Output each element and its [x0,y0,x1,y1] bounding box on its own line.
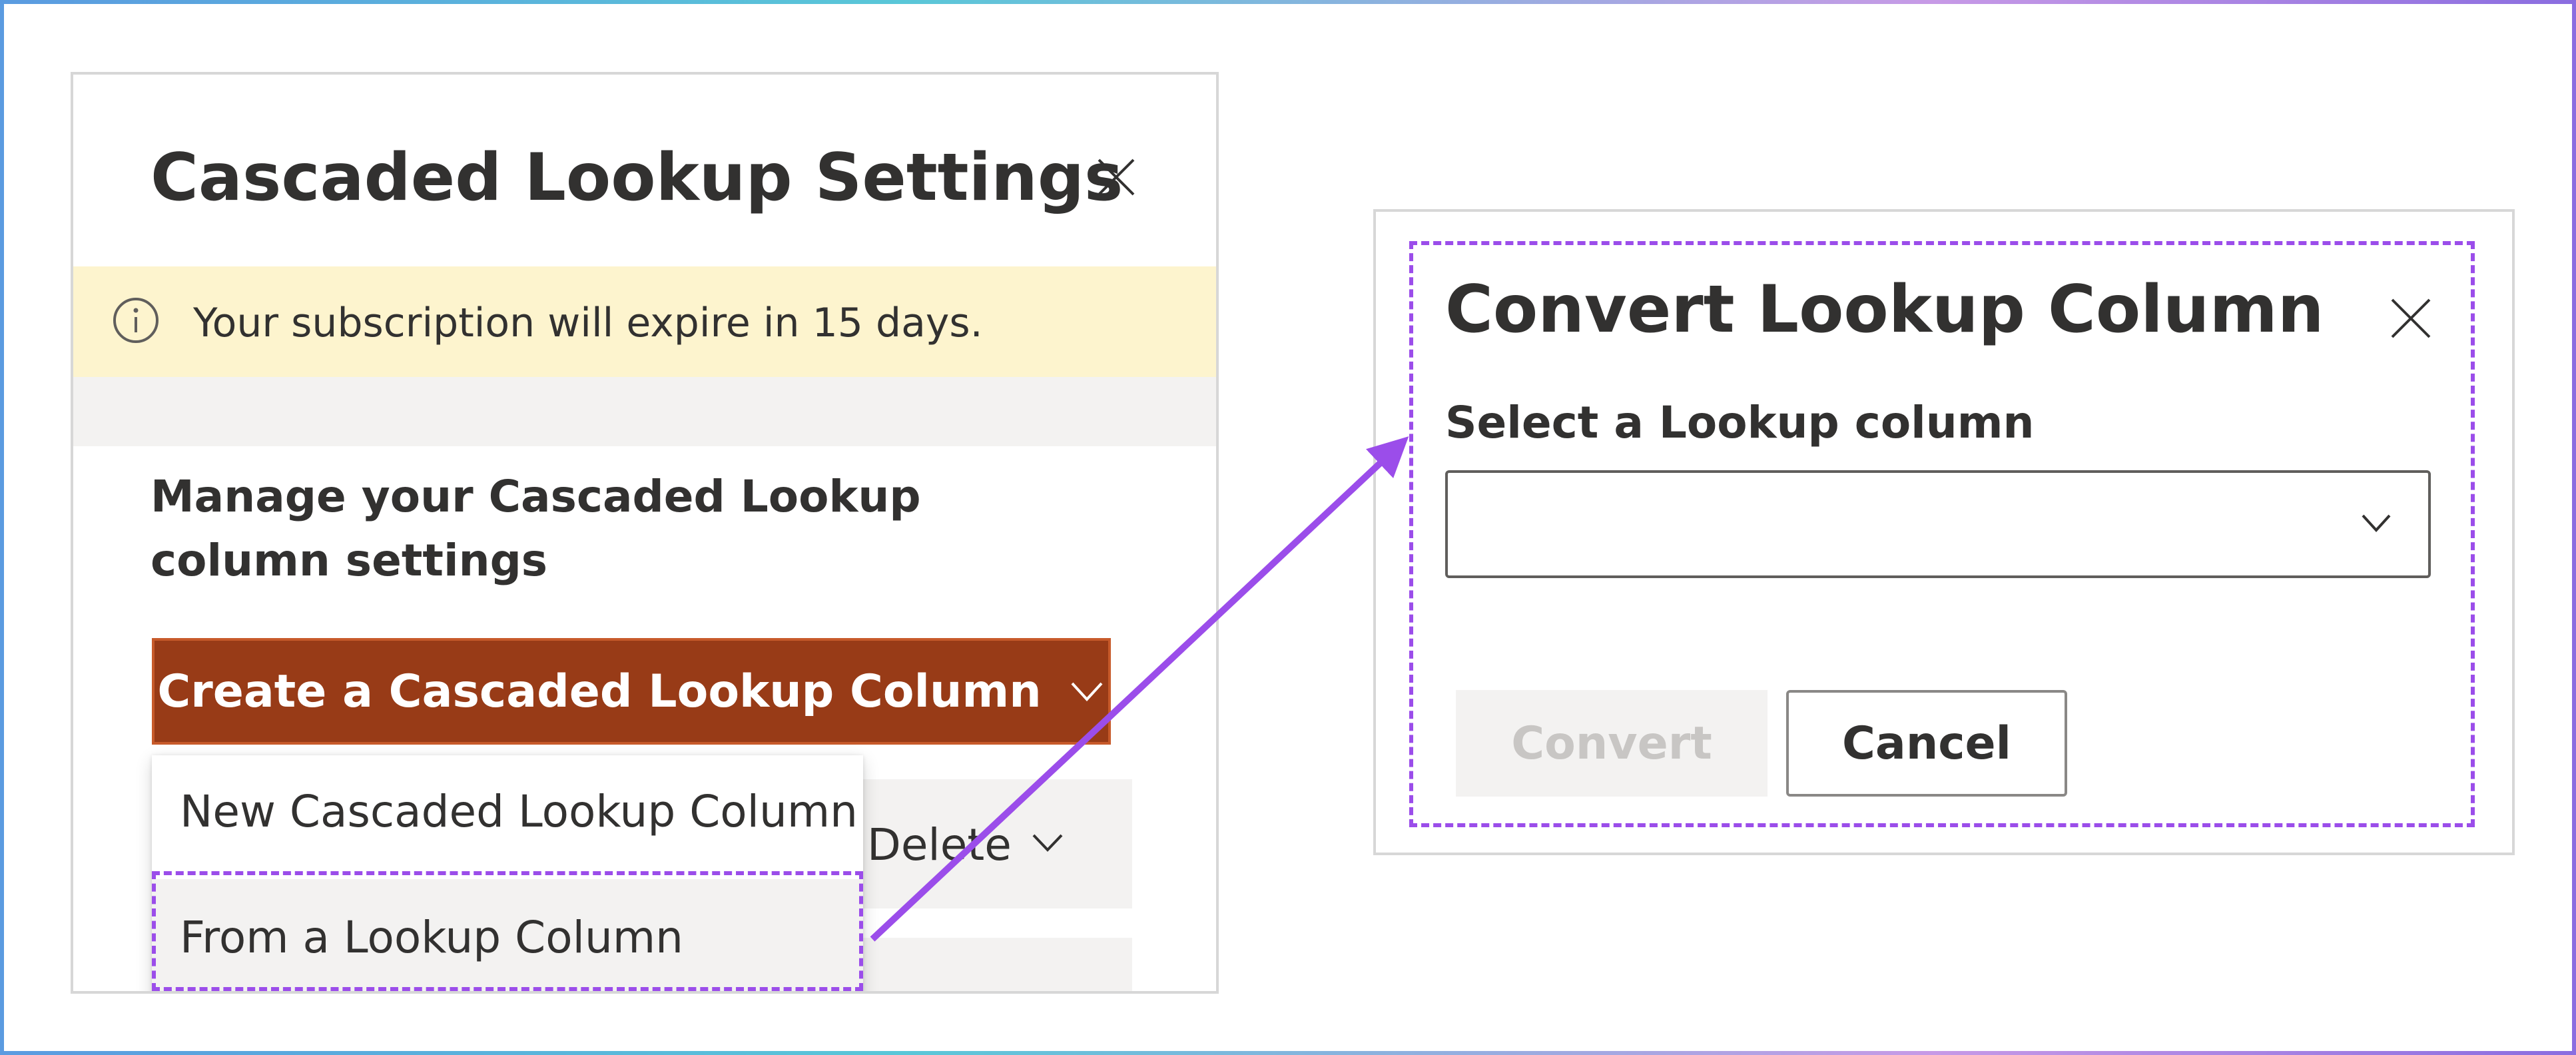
chevron-down-icon [2362,514,2391,532]
delete-button-label: Delete [867,819,1012,871]
close-icon[interactable] [1096,157,1136,197]
cascaded-lookup-settings-panel: Cascaded Lookup Settings Your subscripti… [71,72,1219,994]
close-icon[interactable] [2390,297,2432,340]
lookup-column-label: Select a Lookup column [1445,397,2035,448]
secondary-button-background[interactable] [846,938,1132,991]
banner-text: Your subscription will expire in 15 days… [193,300,983,346]
dialog-title: Convert Lookup Column [1445,272,2324,348]
create-button-label: Create a Cascaded Lookup Column [157,665,1042,718]
menu-item-from-lookup-column[interactable]: From a Lookup Column [152,879,863,991]
cancel-button[interactable]: Cancel [1786,690,2067,797]
manage-heading: Manage your Cascaded Lookup column setti… [151,471,921,586]
menu-item-new-cascaded-lookup[interactable]: New Cascaded Lookup Column [152,755,863,869]
chevron-down-icon [1071,682,1103,701]
separator-band [73,377,1216,446]
convert-button[interactable]: Convert [1456,690,1768,797]
subscription-banner: Your subscription will expire in 15 days… [73,266,1216,377]
create-cascaded-lookup-button[interactable]: Create a Cascaded Lookup Column [152,638,1111,745]
info-icon [113,298,159,343]
create-options-menu: New Cascaded Lookup Column From a Lookup… [152,755,863,991]
panel-title: Cascaded Lookup Settings [151,140,1124,216]
lookup-column-dropdown[interactable] [1445,470,2431,578]
chevron-down-icon [1032,834,1063,852]
